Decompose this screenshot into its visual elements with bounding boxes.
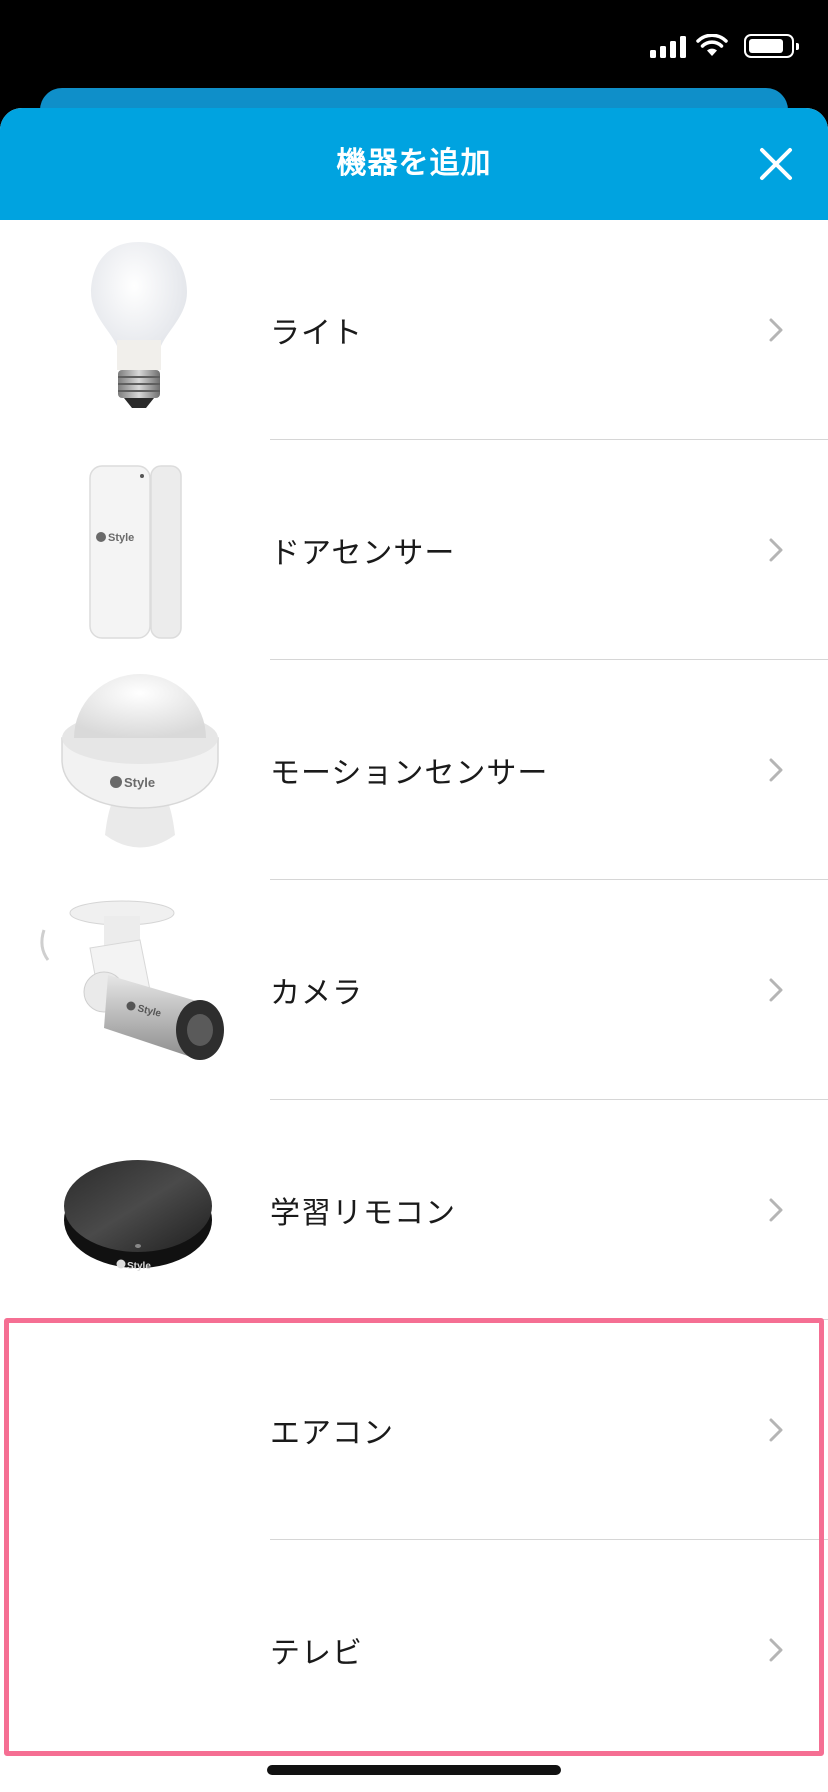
chevron-right-icon [769,758,783,782]
device-item-door-sensor[interactable]: Style ドアセンサー [0,440,828,660]
device-label: モーションセンサー [270,756,549,791]
add-device-sheet: 機器を追加 ライト Style ドアセンサー Style モーションセンサー S… [0,108,828,1792]
device-item-light[interactable]: ライト [0,220,828,440]
device-list: ライト Style ドアセンサー Style モーションセンサー Style カ… [0,220,828,1760]
device-label: テレビ [270,1636,363,1671]
chevron-right-icon [769,538,783,562]
home-indicator [267,1765,561,1775]
remote-brand: Style [127,1261,151,1272]
device-label: ドアセンサー [270,536,456,571]
motion-sensor-brand: Style [124,775,155,790]
device-label: 学習リモコン [270,1196,456,1231]
device-thumb-empty [0,1540,270,1760]
device-label: エアコン [270,1416,394,1451]
cellular-signal-icon [650,34,686,58]
device-label: ライト [270,316,363,351]
status-bar [0,0,828,100]
device-item-learning-remote[interactable]: Style 学習リモコン [0,1100,828,1320]
camera-image: Style [0,880,270,1100]
device-item-motion-sensor[interactable]: Style モーションセンサー [0,660,828,880]
chevron-right-icon [769,1418,783,1442]
battery-icon [744,34,799,58]
light-bulb-image [0,220,270,440]
device-item-tv[interactable]: テレビ [0,1540,828,1760]
sheet-header: 機器を追加 [0,108,828,220]
door-sensor-brand: Style [108,532,134,544]
close-icon[interactable] [754,142,798,186]
device-label: カメラ [270,976,363,1011]
chevron-right-icon [769,318,783,342]
page-title: 機器を追加 [336,146,492,181]
device-thumb-empty [0,1320,270,1540]
remote-hub-image: Style [0,1100,270,1320]
motion-sensor-image: Style [0,660,270,880]
chevron-right-icon [769,1198,783,1222]
chevron-right-icon [769,978,783,1002]
door-sensor-image: Style [0,440,270,660]
screen: 機器を追加 ライト Style ドアセンサー Style モーションセンサー S… [0,0,828,1792]
device-item-air-conditioner[interactable]: エアコン [0,1320,828,1540]
device-item-camera[interactable]: Style カメラ [0,880,828,1100]
chevron-right-icon [769,1638,783,1662]
wifi-icon [696,34,728,56]
